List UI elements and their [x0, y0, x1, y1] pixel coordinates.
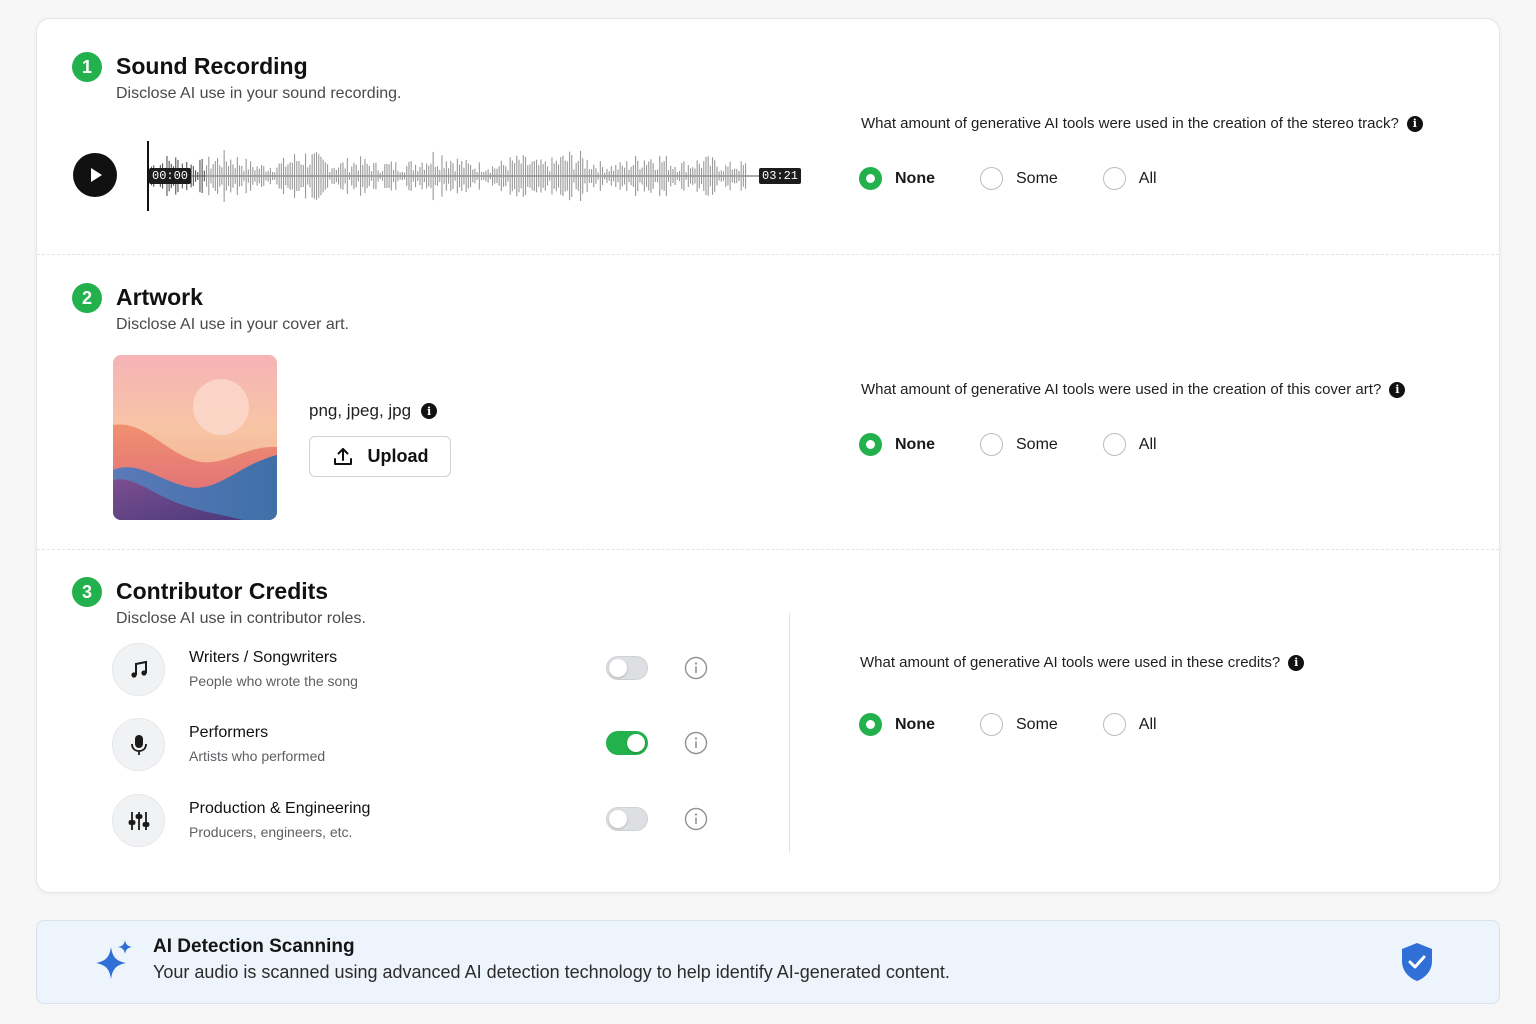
- radio-label: All: [1138, 435, 1157, 453]
- role-name: Production & Engineering: [189, 800, 371, 817]
- role-description: People who wrote the song: [189, 673, 358, 689]
- radio-some[interactable]: Some: [980, 167, 1058, 190]
- toggle-knob: [627, 734, 645, 752]
- section-divider: [37, 549, 1499, 550]
- step-badge-1: 1: [72, 52, 102, 82]
- radio-circle[interactable]: [980, 167, 1003, 190]
- radio-label: Some: [1016, 169, 1058, 187]
- audio-waveform[interactable]: [145, 139, 805, 213]
- info-icon[interactable]: i: [1406, 115, 1423, 132]
- question-recording: What amount of generative AI tools were …: [861, 115, 1423, 132]
- step-badge-2: 2: [72, 283, 102, 313]
- radio-circle[interactable]: [1102, 713, 1126, 736]
- section-title-artwork: Artwork: [116, 284, 203, 310]
- radio-circle[interactable]: [859, 433, 882, 456]
- radio-all[interactable]: All: [1102, 167, 1157, 190]
- radio-circle[interactable]: [1102, 433, 1126, 456]
- banner-title: AI Detection Scanning: [153, 936, 355, 957]
- radio-label: Some: [1016, 435, 1058, 453]
- info-icon[interactable]: i: [1288, 654, 1305, 671]
- radio-label: None: [895, 169, 935, 187]
- radio-all[interactable]: All: [1102, 433, 1157, 456]
- toggle-knob: [609, 659, 627, 677]
- radio-group-artwork: None Some All: [859, 433, 1157, 456]
- upload-button[interactable]: Upload: [309, 436, 451, 477]
- radio-some[interactable]: Some: [980, 433, 1058, 456]
- time-start: 00:00: [149, 168, 192, 184]
- role-name: Performers: [189, 724, 269, 741]
- microphone-icon: [112, 718, 165, 771]
- disclosure-card: 1 Sound Recording Disclose AI use in you…: [36, 18, 1500, 893]
- radio-none[interactable]: None: [859, 433, 935, 456]
- radio-some[interactable]: Some: [980, 713, 1058, 736]
- section-subtitle-credits: Disclose AI use in contributor roles.: [116, 610, 366, 627]
- radio-all[interactable]: All: [1102, 713, 1157, 736]
- role-description: Producers, engineers, etc.: [189, 824, 353, 840]
- accepted-formats: png, jpeg, jpg i: [309, 401, 438, 421]
- role-production: Production & Engineering Producers, engi…: [112, 794, 722, 850]
- play-icon: [91, 168, 102, 182]
- role-name: Writers / Songwriters: [189, 649, 338, 666]
- upload-label: Upload: [367, 446, 429, 466]
- shield-check-icon: [1402, 943, 1432, 981]
- ai-detection-banner: AI Detection Scanning Your audio is scan…: [36, 920, 1500, 1004]
- toggle-writers[interactable]: [606, 656, 648, 680]
- radio-circle[interactable]: [859, 713, 882, 736]
- sparkle-icon: [96, 940, 132, 979]
- info-icon[interactable]: i: [421, 403, 438, 419]
- radio-label: Some: [1016, 715, 1058, 733]
- upload-icon: [333, 447, 352, 465]
- banner-text: Your audio is scanned using advanced AI …: [153, 962, 950, 982]
- toggle-production[interactable]: [606, 807, 648, 831]
- radio-circle[interactable]: [980, 433, 1003, 456]
- info-outline-icon[interactable]: [684, 656, 708, 680]
- time-end: 03:21: [759, 168, 802, 184]
- section-subtitle-recording: Disclose AI use in your sound recording.: [116, 85, 402, 102]
- radio-label: None: [895, 715, 935, 733]
- radio-group-recording: None Some All: [859, 167, 1157, 190]
- section-divider: [37, 254, 1499, 255]
- question-recording-text: What amount of generative AI tools were …: [861, 115, 1399, 132]
- music-note-icon: [112, 643, 165, 696]
- question-credits: What amount of generative AI tools were …: [860, 654, 1305, 671]
- info-outline-icon[interactable]: [684, 731, 708, 755]
- section-title-credits: Contributor Credits: [116, 578, 329, 604]
- radio-label: All: [1138, 169, 1157, 187]
- role-description: Artists who performed: [189, 748, 326, 764]
- radio-circle[interactable]: [1102, 167, 1126, 190]
- radio-label: All: [1138, 715, 1157, 733]
- radio-none[interactable]: None: [859, 167, 935, 190]
- role-performers: Performers Artists who performed: [112, 718, 722, 774]
- radio-circle[interactable]: [859, 167, 882, 190]
- cover-art-thumbnail: [113, 355, 277, 520]
- question-credits-text: What amount of generative AI tools were …: [860, 654, 1281, 671]
- formats-text: png, jpeg, jpg: [309, 401, 412, 420]
- section-subtitle-artwork: Disclose AI use in your cover art.: [116, 316, 349, 333]
- vertical-divider: [789, 613, 790, 853]
- info-icon[interactable]: i: [1389, 381, 1406, 398]
- question-artwork: What amount of generative AI tools were …: [861, 381, 1406, 398]
- toggle-knob: [609, 810, 627, 828]
- toggle-performers[interactable]: [606, 731, 648, 755]
- sliders-icon: [112, 794, 165, 847]
- radio-none[interactable]: None: [859, 713, 935, 736]
- radio-circle[interactable]: [980, 713, 1003, 736]
- info-outline-icon[interactable]: [684, 807, 708, 831]
- question-artwork-text: What amount of generative AI tools were …: [861, 381, 1382, 398]
- role-writers: Writers / Songwriters People who wrote t…: [112, 643, 722, 699]
- radio-label: None: [895, 435, 935, 453]
- section-title-recording: Sound Recording: [116, 53, 308, 79]
- radio-group-credits: None Some All: [859, 713, 1157, 736]
- step-badge-3: 3: [72, 577, 102, 607]
- play-button[interactable]: [73, 153, 117, 197]
